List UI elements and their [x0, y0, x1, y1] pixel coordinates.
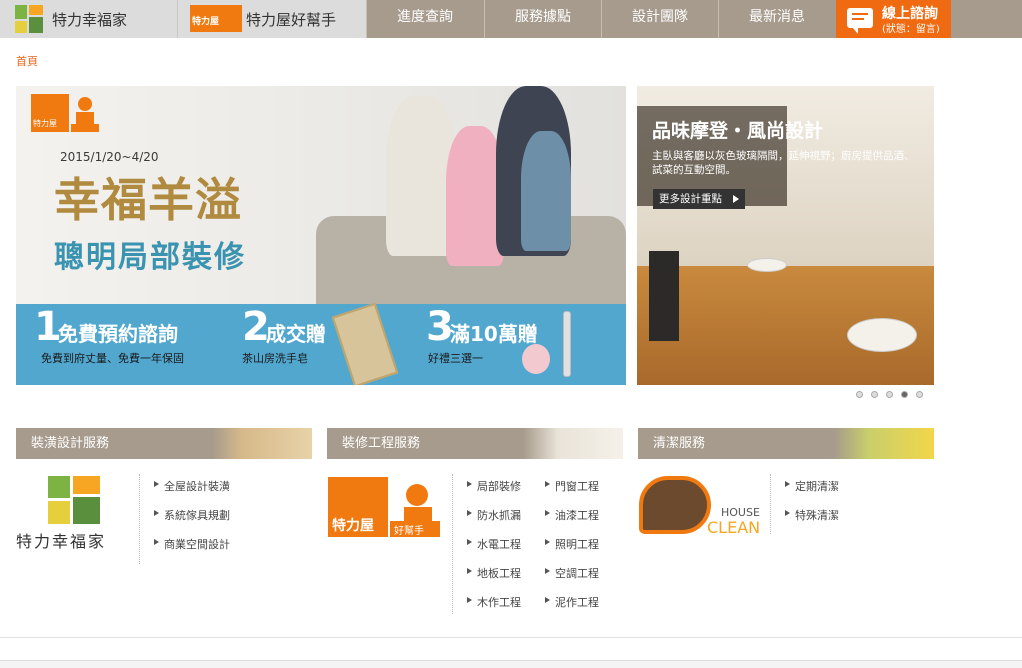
link-waterproofing[interactable]: 防水抓漏 — [467, 507, 521, 523]
nav-progress[interactable]: 進度查詢 — [366, 0, 483, 38]
link-plumbing-electric[interactable]: 水電工程 — [467, 536, 521, 552]
promo-2-title: 成交贈 — [266, 322, 326, 346]
link-carpentry[interactable]: 木作工程 — [467, 594, 521, 610]
helper-logo-sub: 好幫手 — [394, 526, 424, 537]
carousel-dot-2[interactable] — [871, 391, 878, 398]
tlife-logo-icon — [15, 5, 43, 33]
feature-title: 品味摩登・風尚設計 — [652, 120, 824, 142]
footer-strip — [0, 660, 1022, 668]
coffee-machine-image — [649, 251, 679, 341]
divider — [770, 474, 771, 534]
link-doors-windows[interactable]: 門窗工程 — [545, 478, 599, 494]
helper-logo-square: 特力屋 — [328, 477, 388, 537]
nav-news[interactable]: 最新消息 — [718, 0, 835, 38]
online-consult-button[interactable]: 線上諮詢 (狀態：留言) — [836, 0, 951, 38]
brand-tlife-tab[interactable]: 特力幸福家 — [0, 0, 178, 38]
vacuum-product-image — [563, 311, 571, 377]
carousel-dot-1[interactable] — [856, 391, 863, 398]
tlife-logo-text: 特力幸福家 — [16, 532, 107, 551]
section-repair-header: 裝修工程服務 — [327, 428, 623, 459]
plate-image-2 — [747, 258, 787, 272]
section-design-title: 裝潢設計服務 — [31, 436, 110, 451]
link-lighting[interactable]: 照明工程 — [545, 536, 599, 552]
section-design-header: 裝潢設計服務 — [16, 428, 312, 459]
carousel-dot-5[interactable] — [916, 391, 923, 398]
link-air-conditioning[interactable]: 空調工程 — [545, 565, 599, 581]
divider — [452, 474, 453, 614]
breadcrumb-home[interactable]: 首頁 — [16, 53, 38, 69]
section-cleaning-photo — [834, 428, 934, 459]
link-special-cleaning[interactable]: 特殊清潔 — [785, 507, 839, 523]
more-design-label: 更多設計重點 — [659, 193, 722, 205]
top-nav: 特力幸福家 特力屋 特力屋好幫手 進度查詢 服務據點 設計團隊 最新消息 線上諮… — [0, 0, 1022, 38]
feature-description: 主臥與客廳以灰色玻璃隔間，延伸視野；廚房提供品酒、試菜的互動空間。 — [652, 150, 915, 176]
tlife-grid-icon — [48, 476, 100, 524]
section-cleaning-title: 清潔服務 — [653, 436, 706, 451]
nav-design-team[interactable]: 設計團隊 — [601, 0, 718, 38]
promo-2-sub: 茶山房洗手皂 — [242, 352, 308, 365]
house-clean-logo[interactable]: HOUSE CLEAN — [639, 476, 761, 540]
link-flooring[interactable]: 地板工程 — [467, 565, 521, 581]
link-full-house-design[interactable]: 全屋設計裝潢 — [154, 478, 230, 494]
design-feature-banner[interactable]: 品味摩登・風尚設計 主臥與客廳以灰色玻璃隔間，延伸視野；廚房提供品酒、試菜的互動… — [637, 86, 934, 385]
chat-status: (狀態：留言) — [882, 24, 940, 35]
section-design-photo — [212, 428, 312, 459]
link-partial-renovation[interactable]: 局部裝修 — [467, 478, 521, 494]
chat-bubble-icon — [847, 8, 873, 34]
section-cleaning-header: 清潔服務 — [638, 428, 934, 459]
promo-3-title: 滿10萬贈 — [450, 322, 538, 346]
footer-divider — [0, 637, 1022, 638]
house-clean-text-2: CLEAN — [707, 518, 761, 537]
banner-logo-orange: 特力屋 — [31, 94, 69, 132]
carousel-dot-4[interactable] — [901, 391, 908, 398]
link-system-furniture[interactable]: 系統傢具規劃 — [154, 507, 230, 523]
helper-logo-icon: 特力屋 — [190, 5, 242, 32]
plate-image — [847, 318, 917, 352]
section-repair-photo — [523, 428, 623, 459]
section-repair-title: 裝修工程服務 — [342, 436, 421, 451]
banner-logo-text: 特力屋 — [33, 119, 57, 128]
helper-logo-text: 特力屋 — [192, 17, 220, 27]
banner-logo-worker-icon — [71, 94, 99, 132]
humidifier-product-image — [522, 344, 550, 374]
banner-date: 2015/1/20~4/20 — [60, 150, 159, 164]
play-arrow-icon — [733, 195, 739, 203]
carousel-dot-3[interactable] — [886, 391, 893, 398]
link-regular-cleaning[interactable]: 定期清潔 — [785, 478, 839, 494]
banner-boy-image — [521, 131, 571, 251]
more-design-button[interactable]: 更多設計重點 — [653, 189, 745, 209]
link-painting[interactable]: 油漆工程 — [545, 507, 599, 523]
banner-subline: 聰明局部裝修 — [54, 240, 246, 275]
promo-3-sub: 好禮三選一 — [428, 352, 483, 365]
brand-helper-label: 特力屋好幫手 — [246, 11, 337, 29]
house-clean-photo — [639, 476, 711, 534]
helper-brand-logo[interactable]: 特力屋 好幫手 — [328, 477, 440, 539]
promo-1-sub: 免費到府丈量、免費一年保固 — [41, 352, 184, 365]
link-masonry[interactable]: 泥作工程 — [545, 594, 599, 610]
banner-headline: 幸福羊溢 — [54, 173, 242, 227]
tlife-brand-logo[interactable]: 特力幸福家 — [16, 476, 128, 551]
helper-logo-text-large: 特力屋 — [332, 518, 374, 534]
promo-1-title: 免費預約諮詢 — [58, 322, 178, 346]
divider — [139, 474, 140, 564]
nav-locations[interactable]: 服務據點 — [484, 0, 601, 38]
banner-helper-logo: 特力屋 — [31, 94, 99, 132]
promo-banner[interactable]: 特力屋 2015/1/20~4/20 幸福羊溢 聰明局部裝修 1 免費預約諮詢 … — [16, 86, 626, 385]
brand-helper-tab[interactable]: 特力屋 特力屋好幫手 — [178, 0, 366, 38]
brand-tlife-label: 特力幸福家 — [52, 11, 128, 29]
link-commercial-design[interactable]: 商業空間設計 — [154, 536, 230, 552]
